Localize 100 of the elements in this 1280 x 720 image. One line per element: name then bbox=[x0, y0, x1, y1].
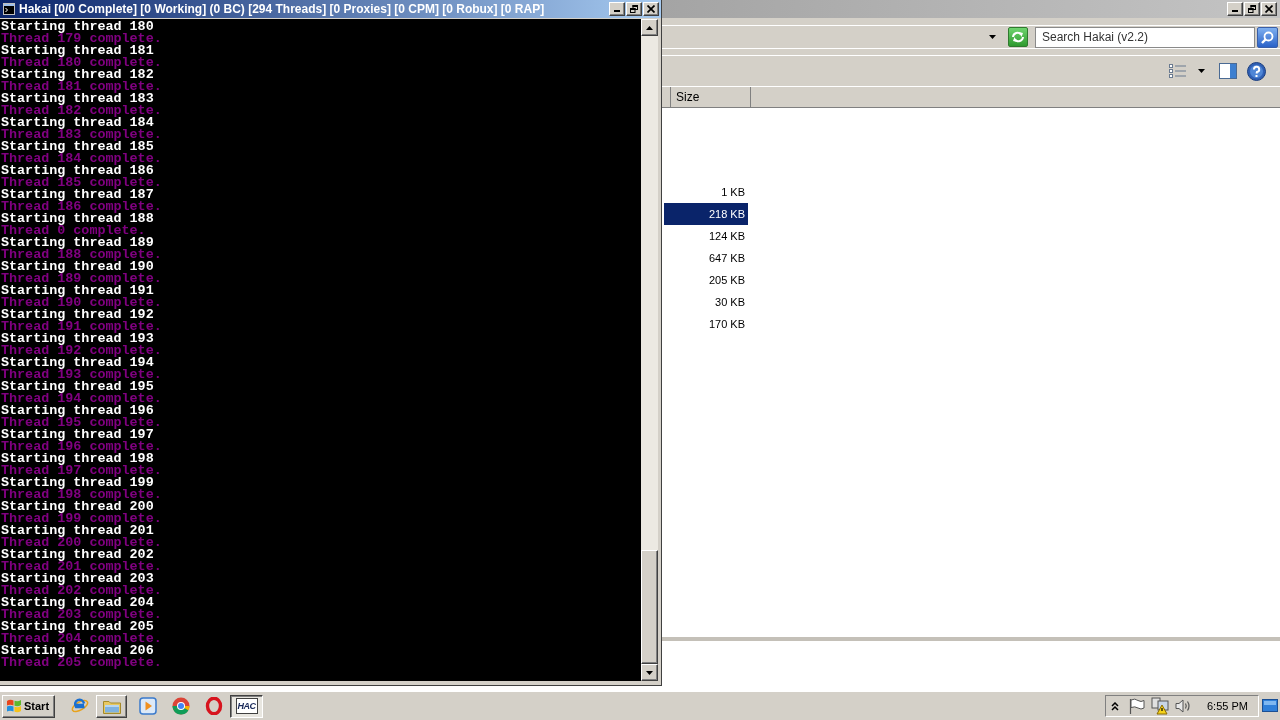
flag-icon[interactable] bbox=[1128, 697, 1145, 715]
console-line: Thread 179 complete. bbox=[0, 33, 162, 45]
console-line: Thread 185 complete. bbox=[0, 177, 162, 189]
console-line: Starting thread 194 bbox=[0, 357, 154, 369]
console-line: Starting thread 202 bbox=[0, 549, 154, 561]
speaker-icon[interactable] bbox=[1175, 698, 1192, 714]
console-line: Starting thread 192 bbox=[0, 309, 154, 321]
triangle-down-icon bbox=[646, 670, 653, 675]
console-icon bbox=[3, 3, 15, 15]
file-size-cell[interactable]: 205 KB bbox=[664, 269, 748, 291]
app-logo: HAC bbox=[235, 698, 258, 714]
console-line: Starting thread 188 bbox=[0, 213, 154, 225]
console-line: Starting thread 199 bbox=[0, 477, 154, 489]
console-line: Thread 199 complete. bbox=[0, 513, 162, 525]
restore-button[interactable] bbox=[626, 2, 642, 16]
console-line: Starting thread 185 bbox=[0, 141, 154, 153]
search-field[interactable]: Search Hakai (v2.2) bbox=[1035, 26, 1255, 48]
console-line: Starting thread 181 bbox=[0, 45, 154, 57]
console-line: Thread 188 complete. bbox=[0, 249, 162, 261]
file-size-cell[interactable]: 170 KB bbox=[664, 313, 748, 335]
clock[interactable]: 6:55 PM bbox=[1207, 700, 1248, 712]
search-icon bbox=[1261, 30, 1274, 44]
ring-logo-icon[interactable] bbox=[172, 697, 190, 715]
minimize-button[interactable] bbox=[609, 2, 625, 16]
console-line: Starting thread 198 bbox=[0, 453, 154, 465]
preview-pane-icon[interactable] bbox=[1219, 63, 1237, 79]
chevron-up-icon[interactable] bbox=[1111, 701, 1119, 711]
console-line: Thread 191 complete. bbox=[0, 321, 162, 333]
letter-o-ring-icon[interactable] bbox=[205, 697, 223, 715]
refresh-icon bbox=[1011, 31, 1025, 43]
console-line: Thread 195 complete. bbox=[0, 417, 162, 429]
console-line: Starting thread 182 bbox=[0, 69, 154, 81]
console-line: Starting thread 184 bbox=[0, 117, 154, 129]
file-size-cell[interactable]: 124 KB bbox=[664, 225, 748, 247]
console-line: Thread 200 complete. bbox=[0, 537, 162, 549]
console-line: Thread 186 complete. bbox=[0, 201, 162, 213]
folder-icon bbox=[102, 698, 121, 714]
close-icon bbox=[647, 5, 655, 13]
file-size-cell[interactable]: 1 KB bbox=[664, 181, 748, 203]
console-line: Thread 202 complete. bbox=[0, 585, 162, 597]
console-line: Starting thread 200 bbox=[0, 501, 154, 513]
minimize-button[interactable] bbox=[1227, 2, 1243, 16]
play-icon[interactable] bbox=[139, 697, 157, 715]
console-line: Thread 190 complete. bbox=[0, 297, 162, 309]
task-button[interactable] bbox=[96, 694, 127, 718]
file-size-cell[interactable]: 647 KB bbox=[664, 247, 748, 269]
console-line: Thread 180 complete. bbox=[0, 57, 162, 69]
console-line: Starting thread 180 bbox=[0, 21, 154, 33]
caret-icon[interactable] bbox=[989, 35, 996, 39]
console-line: Thread 193 complete. bbox=[0, 369, 162, 381]
console-line: Starting thread 187 bbox=[0, 189, 154, 201]
list-view-icon[interactable] bbox=[1169, 64, 1186, 78]
column-header[interactable]: Size bbox=[670, 87, 751, 107]
monitor-icon[interactable] bbox=[1262, 698, 1278, 714]
console-line: Thread 196 complete. bbox=[0, 441, 162, 453]
console-line: Starting thread 186 bbox=[0, 165, 154, 177]
console-line: Thread 192 complete. bbox=[0, 345, 162, 357]
console-line: Starting thread 196 bbox=[0, 405, 154, 417]
network-warning-icon[interactable] bbox=[1151, 697, 1169, 715]
console-line: Thread 0 complete. bbox=[0, 225, 146, 237]
file-size-cell[interactable]: 30 KB bbox=[664, 291, 748, 313]
console-line: Thread 194 complete. bbox=[0, 393, 162, 405]
console-line: Thread 184 complete. bbox=[0, 153, 162, 165]
restore-button[interactable] bbox=[1244, 2, 1260, 16]
console-line: Starting thread 201 bbox=[0, 525, 154, 537]
start-button[interactable]: Start bbox=[2, 694, 55, 718]
console-line: Thread 201 complete. bbox=[0, 561, 162, 573]
console-line: Starting thread 193 bbox=[0, 333, 154, 345]
close-button[interactable] bbox=[643, 2, 659, 16]
console-line: Thread 182 complete. bbox=[0, 105, 162, 117]
console-line: Starting thread 197 bbox=[0, 429, 154, 441]
task-button[interactable]: HAC bbox=[230, 694, 263, 718]
console-line: Thread 197 complete. bbox=[0, 465, 162, 477]
console-line: Thread 198 complete. bbox=[0, 489, 162, 501]
close-icon bbox=[1265, 5, 1273, 13]
refresh-button[interactable] bbox=[1008, 27, 1028, 47]
close-button[interactable] bbox=[1261, 2, 1277, 16]
scroll-up-button[interactable] bbox=[641, 19, 658, 36]
e-globe-icon[interactable] bbox=[71, 697, 89, 715]
console-line: Thread 204 complete. bbox=[0, 633, 162, 645]
console-line: Starting thread 189 bbox=[0, 237, 154, 249]
console-line: Thread 183 complete. bbox=[0, 129, 162, 141]
console-line: Starting thread 206 bbox=[0, 645, 154, 657]
help-icon[interactable] bbox=[1247, 61, 1266, 81]
window-title: Hakai [0/0 Complete] [0 Working] (0 BC) [294 Threads] [0 Proxies] [0 CPM] [0 Robux] [0 RAP] bbox=[19, 2, 545, 16]
scroll-thumb[interactable] bbox=[641, 550, 658, 664]
triangle-up-icon bbox=[646, 25, 653, 30]
console-line: Starting thread 195 bbox=[0, 381, 154, 393]
four-pane-flag-icon bbox=[6, 699, 22, 713]
console-line: Starting thread 205 bbox=[0, 621, 154, 633]
console-line: Starting thread 190 bbox=[0, 261, 154, 273]
file-size-cell[interactable]: 218 KB bbox=[664, 203, 748, 225]
console-line: Starting thread 183 bbox=[0, 93, 154, 105]
console-line: Starting thread 203 bbox=[0, 573, 154, 585]
scroll-down-button[interactable] bbox=[641, 664, 658, 681]
console-line: Thread 181 complete. bbox=[0, 81, 162, 93]
search-button[interactable] bbox=[1257, 26, 1278, 48]
caret-icon[interactable] bbox=[1198, 69, 1205, 73]
console-line: Starting thread 191 bbox=[0, 285, 154, 297]
console-line: Thread 189 complete. bbox=[0, 273, 162, 285]
